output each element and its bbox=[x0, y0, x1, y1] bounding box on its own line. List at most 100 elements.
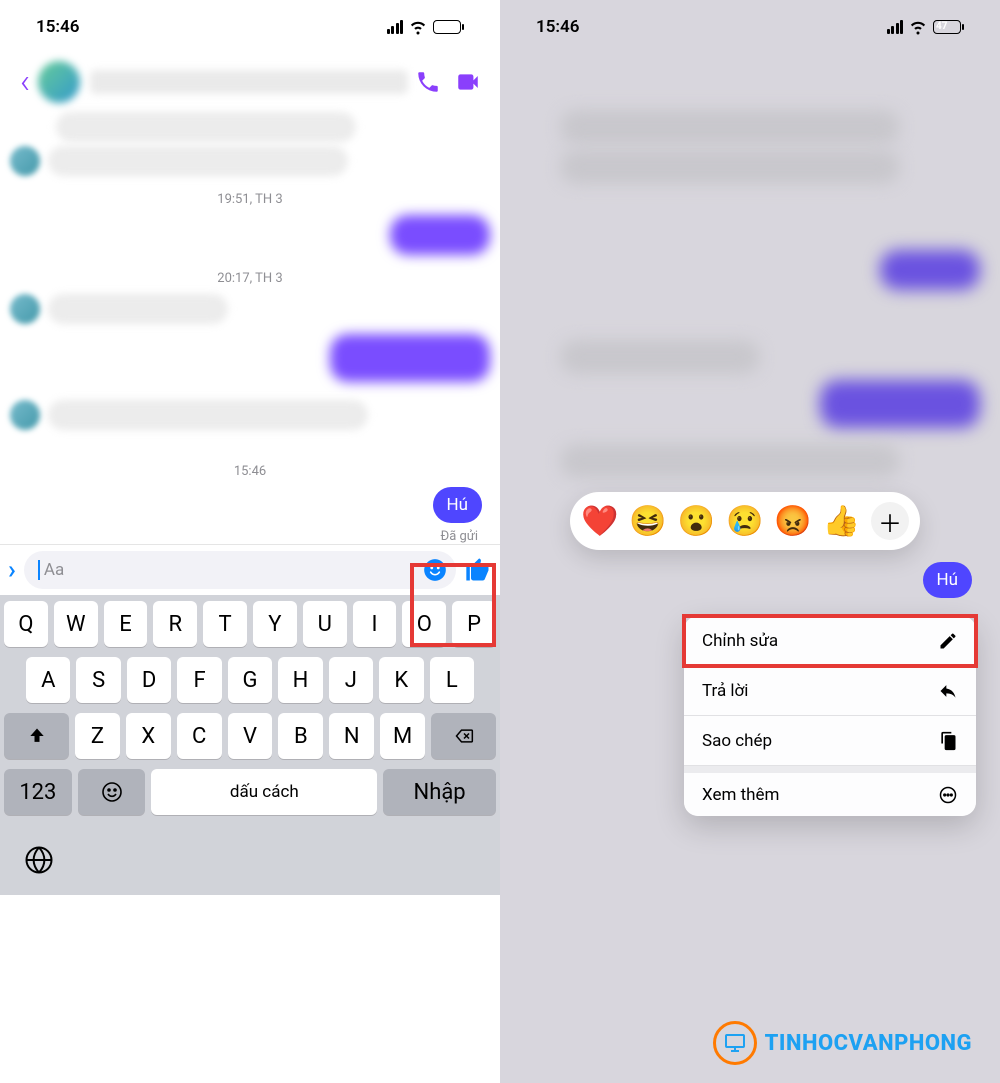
battery-icon: 47 bbox=[933, 20, 964, 34]
menu-copy[interactable]: Sao chép bbox=[684, 716, 976, 766]
chat-body[interactable]: 19:51, TH 3 20:17, TH 3 15:46 Hú Đã gửi bbox=[0, 110, 500, 544]
blurred-out-message bbox=[330, 334, 490, 382]
key-s[interactable]: S bbox=[76, 657, 120, 703]
key-n[interactable]: N bbox=[329, 713, 374, 759]
menu-more-label: Xem thêm bbox=[702, 785, 779, 805]
reply-icon bbox=[938, 681, 958, 701]
key-t[interactable]: T bbox=[203, 601, 247, 647]
status-time: 15:46 bbox=[536, 17, 579, 37]
menu-edit[interactable]: Chỉnh sửa bbox=[684, 616, 976, 666]
timestamp-label: 19:51, TH 3 bbox=[0, 178, 500, 213]
back-button[interactable]: ‹ bbox=[12, 62, 38, 102]
menu-reply-label: Trả lời bbox=[702, 681, 748, 701]
keyboard: QWERTYUIOP ASDFGHJKL ZXCVBNM 123 dấu các… bbox=[0, 595, 500, 825]
battery-icon: 47 bbox=[433, 20, 464, 34]
keyboard-dock bbox=[0, 825, 500, 895]
menu-more[interactable]: Xem thêm bbox=[684, 766, 976, 816]
wifi-icon bbox=[409, 18, 427, 36]
status-bar: 15:46 47 bbox=[500, 0, 1000, 54]
contact-avatar[interactable] bbox=[38, 61, 80, 103]
key-l[interactable]: L bbox=[430, 657, 474, 703]
key-g[interactable]: G bbox=[228, 657, 272, 703]
key-d[interactable]: D bbox=[127, 657, 171, 703]
message-context-menu: Chỉnh sửa Trả lời Sao chép Xem thêm bbox=[684, 616, 976, 816]
watermark-logo bbox=[713, 1021, 757, 1065]
key-a[interactable]: A bbox=[26, 657, 70, 703]
blurred-message bbox=[48, 294, 228, 324]
message-input-bar: › Aa bbox=[0, 544, 500, 595]
key-c[interactable]: C bbox=[177, 713, 222, 759]
more-icon bbox=[938, 785, 958, 805]
menu-reply[interactable]: Trả lời bbox=[684, 666, 976, 716]
signal-icon bbox=[387, 20, 404, 34]
audio-call-button[interactable] bbox=[408, 62, 448, 102]
status-right: 47 bbox=[887, 18, 965, 36]
contact-name[interactable] bbox=[90, 70, 408, 94]
selected-message-bubble[interactable]: Hú bbox=[923, 562, 973, 598]
key-f[interactable]: F bbox=[177, 657, 221, 703]
shift-key[interactable] bbox=[4, 713, 69, 759]
backspace-key[interactable] bbox=[431, 713, 496, 759]
copy-icon bbox=[938, 731, 958, 751]
phone-right: 15:46 47 ❤️ 😆 😮 😢 😡 👍 ＋ bbox=[500, 0, 1000, 1083]
key-i[interactable]: I bbox=[353, 601, 397, 647]
thumbs-up-button[interactable] bbox=[464, 556, 492, 584]
wifi-icon bbox=[909, 18, 927, 36]
video-call-button[interactable] bbox=[448, 62, 488, 102]
sender-avatar bbox=[10, 294, 40, 324]
blurred-message bbox=[48, 400, 368, 430]
reaction-add-button[interactable]: ＋ bbox=[871, 502, 909, 540]
key-q[interactable]: Q bbox=[4, 601, 48, 647]
watermark: TINHOCVANPHONG bbox=[713, 1021, 972, 1065]
numeric-key[interactable]: 123 bbox=[4, 769, 72, 815]
key-r[interactable]: R bbox=[153, 601, 197, 647]
input-placeholder: Aa bbox=[44, 560, 422, 580]
expand-tools-button[interactable]: › bbox=[8, 555, 16, 585]
pencil-icon bbox=[938, 631, 958, 651]
reaction-heart[interactable]: ❤️ bbox=[581, 504, 618, 539]
sent-message-bubble[interactable]: Hú bbox=[433, 487, 483, 523]
delivery-status: Đã gửi bbox=[0, 529, 500, 544]
blurred-message bbox=[48, 146, 348, 176]
menu-edit-label: Chỉnh sửa bbox=[702, 631, 778, 651]
reaction-wow[interactable]: 😮 bbox=[678, 504, 715, 539]
key-u[interactable]: U bbox=[303, 601, 347, 647]
blurred-message bbox=[56, 112, 356, 142]
key-k[interactable]: K bbox=[379, 657, 423, 703]
key-v[interactable]: V bbox=[228, 713, 273, 759]
key-e[interactable]: E bbox=[104, 601, 148, 647]
key-b[interactable]: B bbox=[278, 713, 323, 759]
reaction-thumbs-up[interactable]: 👍 bbox=[823, 504, 860, 539]
key-h[interactable]: H bbox=[278, 657, 322, 703]
space-key[interactable]: dấu cách bbox=[151, 769, 377, 815]
reaction-sad[interactable]: 😢 bbox=[726, 504, 763, 539]
key-w[interactable]: W bbox=[54, 601, 98, 647]
chat-header: ‹ bbox=[0, 54, 500, 110]
key-o[interactable]: O bbox=[402, 601, 446, 647]
key-y[interactable]: Y bbox=[253, 601, 297, 647]
watermark-text: TINHOCVANPHONG bbox=[765, 1031, 972, 1056]
key-z[interactable]: Z bbox=[75, 713, 120, 759]
globe-icon[interactable] bbox=[24, 845, 54, 875]
reaction-angry[interactable]: 😡 bbox=[774, 504, 811, 539]
sender-avatar bbox=[10, 400, 40, 430]
message-input[interactable]: Aa bbox=[24, 551, 456, 589]
reaction-laugh[interactable]: 😆 bbox=[629, 504, 666, 539]
sender-avatar bbox=[10, 146, 40, 176]
status-bar: 15:46 47 bbox=[0, 0, 500, 54]
key-j[interactable]: J bbox=[329, 657, 373, 703]
timestamp-label: 20:17, TH 3 bbox=[0, 257, 500, 292]
key-m[interactable]: M bbox=[380, 713, 425, 759]
emoji-keyboard-key[interactable] bbox=[78, 769, 146, 815]
status-time: 15:46 bbox=[36, 17, 79, 37]
key-x[interactable]: X bbox=[126, 713, 171, 759]
emoji-icon[interactable] bbox=[422, 557, 448, 583]
enter-key[interactable]: Nhập bbox=[383, 769, 496, 815]
timestamp-label: 15:46 bbox=[0, 450, 500, 485]
blurred-out-message bbox=[390, 215, 490, 255]
phone-left: 15:46 47 ‹ bbox=[0, 0, 500, 1083]
menu-copy-label: Sao chép bbox=[702, 731, 772, 751]
key-p[interactable]: P bbox=[452, 601, 496, 647]
reaction-picker: ❤️ 😆 😮 😢 😡 👍 ＋ bbox=[570, 492, 920, 550]
signal-icon bbox=[887, 20, 904, 34]
